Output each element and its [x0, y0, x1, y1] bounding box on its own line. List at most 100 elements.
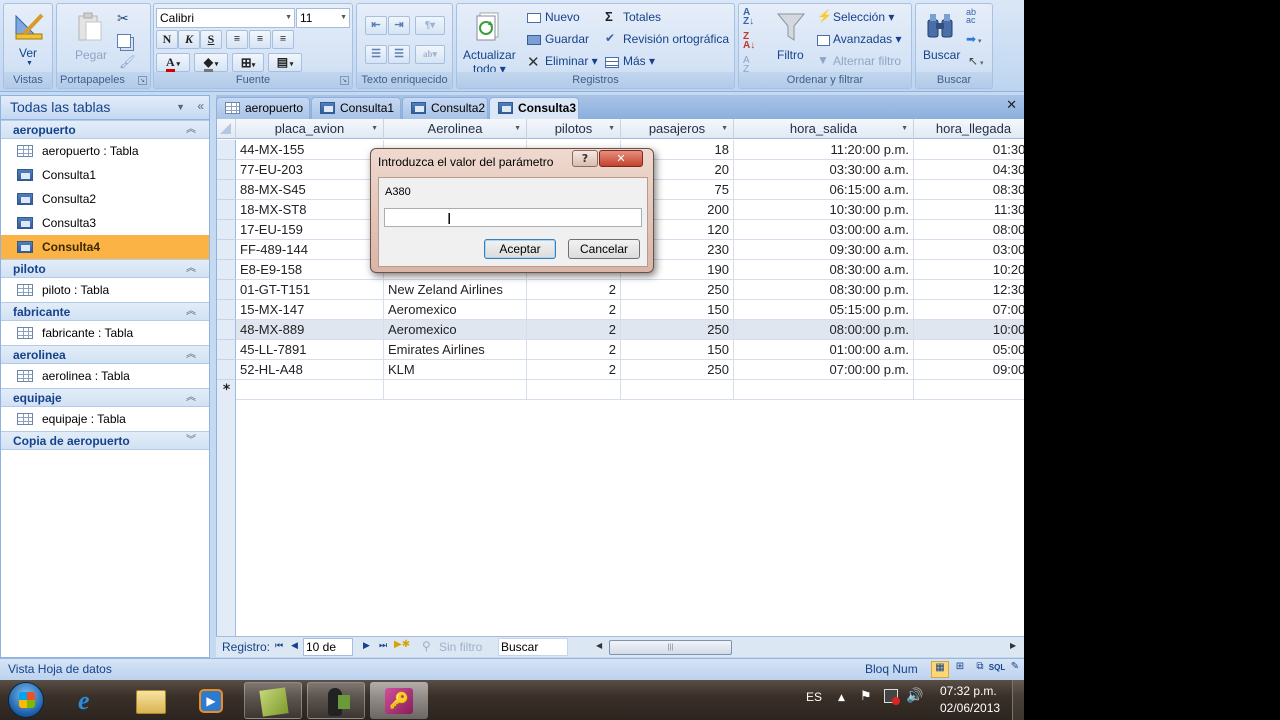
collapse-chevron-icon[interactable]: ︽	[186, 260, 196, 278]
column-header[interactable]: hora_salida ▼	[734, 119, 914, 139]
no-filter-indicator[interactable]: Sin filtro	[439, 640, 482, 654]
copy-icon[interactable]	[117, 34, 131, 48]
numbering-button[interactable]: ☰	[365, 45, 387, 64]
table-cell[interactable]: 52-HL-A48	[236, 360, 384, 380]
column-filter-dropdown-icon[interactable]: ▼	[608, 119, 615, 139]
tab-consulta1[interactable]: Consulta1	[311, 97, 401, 119]
collapse-chevron-icon[interactable]: ︽	[186, 346, 196, 364]
table-cell[interactable]: 06:15:00 a.m.	[734, 180, 914, 200]
bullets-button[interactable]: ☰	[388, 45, 410, 64]
table-cell[interactable]: 03:30:00 a.m.	[734, 160, 914, 180]
action-center-flag-icon[interactable]: ⚑	[860, 689, 872, 704]
table-cell[interactable]: 2	[527, 320, 621, 340]
taskbar-media-player[interactable]: ▶	[181, 682, 239, 719]
help-button[interactable]: ?	[572, 150, 598, 167]
column-header[interactable]: placa_avion ▼	[236, 119, 384, 139]
parameter-value-input[interactable]	[384, 208, 642, 227]
table-cell[interactable]: 08:30:00 p.m.	[734, 280, 914, 300]
table-cell[interactable]: 03:00:	[914, 240, 1024, 260]
table-cell[interactable]: 2	[527, 340, 621, 360]
table-cell[interactable]: 01:00:00 a.m.	[734, 340, 914, 360]
cut-icon[interactable]: ✂	[117, 10, 129, 27]
decrease-indent-button[interactable]: ⇤	[365, 16, 387, 35]
nav-item[interactable]: aeropuerto : Tabla	[1, 139, 209, 163]
table-cell[interactable]: 17-EU-159	[236, 220, 384, 240]
table-cell[interactable]: 08:30:	[914, 180, 1024, 200]
dialog-launcher-icon[interactable]: ↘	[138, 76, 147, 85]
record-selector[interactable]	[217, 320, 236, 340]
table-cell[interactable]: New Zeland Airlines	[384, 280, 527, 300]
taskbar-app-green[interactable]	[244, 682, 302, 719]
pegar-button[interactable]: Pegar	[71, 8, 109, 68]
record-selector[interactable]	[217, 300, 236, 320]
table-cell[interactable]: 150	[621, 300, 734, 320]
record-selector[interactable]	[217, 360, 236, 380]
font-color-button[interactable]: A ▾	[156, 53, 190, 72]
increase-indent-button[interactable]: ⇥	[388, 16, 410, 35]
network-icon[interactable]	[884, 689, 900, 705]
table-cell[interactable]	[384, 380, 527, 400]
table-cell[interactable]: 08:00:00 p.m.	[734, 320, 914, 340]
first-record-icon[interactable]: ⏮	[275, 640, 283, 651]
revision-button[interactable]: ✔ Revisión ortográfica	[605, 31, 731, 50]
language-indicator[interactable]: ES	[806, 690, 822, 704]
dialog-close-button[interactable]: ✕	[599, 150, 643, 167]
table-cell[interactable]: KLM	[384, 360, 527, 380]
table-cell[interactable]: 04:30:	[914, 160, 1024, 180]
nav-item[interactable]: piloto : Tabla	[1, 278, 209, 302]
record-selector[interactable]	[217, 160, 236, 180]
aceptar-button[interactable]: Aceptar	[484, 239, 556, 259]
table-cell[interactable]: 01:30:	[914, 140, 1024, 160]
table-cell[interactable]: 2	[527, 360, 621, 380]
table-cell[interactable]: 10:00:	[914, 320, 1024, 340]
collapse-chevron-icon[interactable]: ︽	[186, 389, 196, 407]
table-cell[interactable]: 08:30:00 a.m.	[734, 260, 914, 280]
alt-fill-button[interactable]: ▤ ▾	[268, 53, 302, 72]
table-cell[interactable]: 88-MX-S45	[236, 180, 384, 200]
last-record-icon[interactable]: ⏭	[379, 640, 387, 651]
nav-group-header[interactable]: fabricante ︽	[1, 302, 209, 321]
table-cell[interactable]: Emirates Airlines	[384, 340, 527, 360]
actualizar-todo-button[interactable]: Actualizar todo ▾	[459, 8, 517, 76]
nav-pane-header[interactable]: Todas las tablas ▼ «	[1, 96, 209, 120]
record-selector[interactable]	[217, 280, 236, 300]
gridlines-button[interactable]: ⊞▾	[232, 53, 264, 72]
filtro-button[interactable]: Filtro	[769, 8, 813, 68]
totales-button[interactable]: Σ Totales	[605, 9, 685, 28]
start-button[interactable]	[8, 682, 44, 718]
italic-button[interactable]: K	[178, 30, 200, 49]
select-icon[interactable]: ↖ ▾	[968, 54, 984, 68]
nav-group-header[interactable]: aeropuerto ︽	[1, 120, 209, 139]
nav-item[interactable]: Consulta1	[1, 163, 209, 187]
record-selector[interactable]	[217, 180, 236, 200]
table-cell[interactable]: 250	[621, 280, 734, 300]
column-filter-dropdown-icon[interactable]: ▼	[721, 119, 728, 139]
table-cell[interactable]: 2	[527, 300, 621, 320]
volume-icon[interactable]: 🔊	[906, 688, 923, 704]
table-cell[interactable]: 07:00:00 p.m.	[734, 360, 914, 380]
table-cell[interactable]: 01-GT-T151	[236, 280, 384, 300]
table-cell[interactable]: 15-MX-147	[236, 300, 384, 320]
nav-menu-dropdown-icon[interactable]: ▼	[176, 96, 185, 119]
table-cell[interactable]: 09:00:	[914, 360, 1024, 380]
table-cell[interactable]: 250	[621, 320, 734, 340]
nav-group-header[interactable]: Copia de aeropuerto ︾	[1, 431, 209, 450]
column-header[interactable]: hora_llegada	[914, 119, 1024, 139]
table-cell[interactable]: 77-EU-203	[236, 160, 384, 180]
column-header[interactable]: Aerolinea ▼	[384, 119, 527, 139]
collapse-chevron-icon[interactable]: ︽	[186, 121, 196, 139]
buscar-button[interactable]: Buscar	[918, 8, 962, 68]
column-header[interactable]: pilotos ▼	[527, 119, 621, 139]
taskbar-explorer[interactable]	[121, 682, 179, 719]
nuevo-button[interactable]: Nuevo	[527, 10, 602, 28]
goto-icon[interactable]: ➡ ▾	[966, 32, 982, 46]
eliminar-button[interactable]: ✕ Eliminar ▾	[527, 54, 602, 72]
nav-item[interactable]: Consulta4	[1, 235, 209, 259]
table-cell[interactable]: 09:30:00 a.m.	[734, 240, 914, 260]
datasheet-view-button[interactable]: ▦	[931, 661, 949, 678]
shutter-bar-close-icon[interactable]: «	[197, 95, 204, 118]
table-cell[interactable]	[621, 380, 734, 400]
nav-item[interactable]: Consulta3	[1, 211, 209, 235]
nav-group-header[interactable]: equipaje ︽	[1, 388, 209, 407]
record-selector[interactable]	[217, 140, 236, 160]
